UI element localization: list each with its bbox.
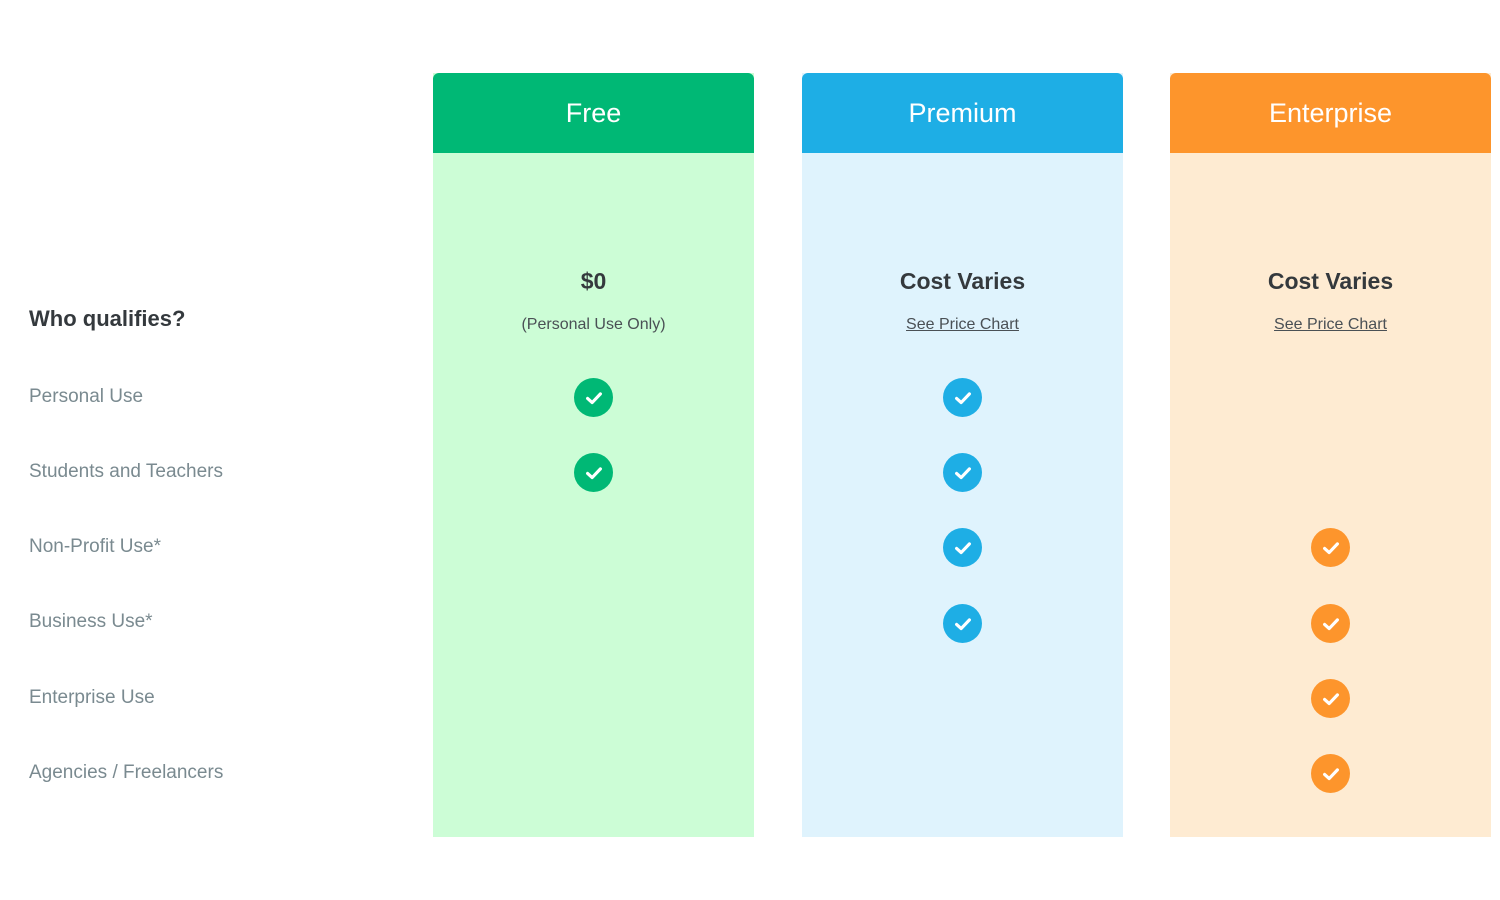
- check-icon: [1311, 679, 1350, 718]
- check-icon: [1311, 754, 1350, 793]
- row-label-personal-use: Personal Use: [29, 386, 144, 407]
- check-icon: [574, 453, 613, 492]
- plan-price: Cost Varies: [1267, 268, 1394, 294]
- plan-name: Enterprise: [1268, 97, 1393, 128]
- plan-price-note: (Personal Use Only): [521, 316, 666, 333]
- plan-header-enterprise: Enterprise: [1170, 73, 1491, 153]
- plan-column-enterprise: Enterprise Cost Varies See Price Chart: [1170, 73, 1491, 837]
- plan-price: Cost Varies: [899, 268, 1026, 294]
- plan-name: Free: [565, 97, 622, 128]
- check-icon: [943, 604, 982, 643]
- plan-name: Premium: [908, 97, 1017, 128]
- plan-column-premium: Premium Cost Varies See Price Chart: [802, 73, 1123, 837]
- see-price-chart-link[interactable]: See Price Chart: [1170, 316, 1491, 334]
- see-price-chart-link[interactable]: See Price Chart: [802, 316, 1123, 334]
- row-label-enterprise-use: Enterprise Use: [29, 687, 155, 708]
- row-label-agencies-freelancers: Agencies / Freelancers: [29, 762, 224, 783]
- plan-column-free: Free $0 (Personal Use Only): [433, 73, 754, 837]
- check-icon: [574, 378, 613, 417]
- section-title: Who qualifies?: [29, 306, 186, 331]
- plan-body: Cost Varies See Price Chart: [802, 153, 1123, 837]
- check-icon: [1311, 528, 1350, 567]
- plan-header-free: Free: [433, 73, 754, 153]
- check-icon: [1311, 604, 1350, 643]
- plan-body: $0 (Personal Use Only): [433, 153, 754, 837]
- plan-price: $0: [580, 268, 607, 294]
- check-icon: [943, 528, 982, 567]
- check-icon: [943, 378, 982, 417]
- check-icon: [943, 453, 982, 492]
- plan-body: Cost Varies See Price Chart: [1170, 153, 1491, 837]
- row-label-business-use: Business Use*: [29, 611, 153, 632]
- row-label-students-teachers: Students and Teachers: [29, 461, 224, 482]
- plan-header-premium: Premium: [802, 73, 1123, 153]
- row-label-non-profit-use: Non-Profit Use*: [29, 536, 161, 557]
